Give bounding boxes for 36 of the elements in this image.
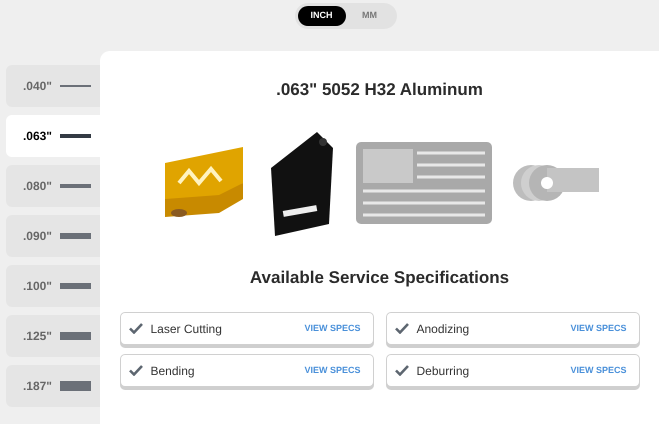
thickness-tab[interactable]: .063"	[6, 115, 100, 157]
view-specs-link[interactable]: VIEW SPECS	[570, 364, 626, 378]
unit-tab[interactable]: INCH	[298, 6, 346, 26]
view-specs-link[interactable]: VIEW SPECS	[570, 322, 626, 336]
unit-tab[interactable]: MM	[346, 6, 394, 26]
service-name: Bending	[150, 362, 196, 380]
thickness-bar-icon	[60, 233, 91, 239]
thickness-bar-icon	[60, 184, 91, 188]
thickness-tab[interactable]: .100"	[6, 265, 100, 307]
thickness-tab[interactable]: .090"	[6, 215, 100, 257]
check-icon	[394, 323, 408, 334]
services-heading: Available Service Specifications	[250, 266, 510, 288]
thickness-bar-icon	[60, 332, 91, 340]
thickness-tab[interactable]: .187"	[6, 365, 100, 407]
thickness-label: .063"	[22, 128, 52, 145]
view-specs-link[interactable]: VIEW SPECS	[304, 322, 360, 336]
service-name: Deburring	[416, 362, 470, 380]
thickness-tab[interactable]: .040"	[6, 65, 100, 107]
thickness-tab[interactable]: .125"	[6, 315, 100, 357]
thickness-label: .040"	[22, 78, 52, 95]
thickness-bar-icon	[60, 282, 91, 290]
thickness-label: .187"	[22, 378, 52, 395]
check-icon	[128, 323, 142, 334]
thickness-label: .100"	[22, 278, 52, 295]
thickness-label: .080"	[22, 178, 52, 195]
thickness-label: .125"	[22, 328, 52, 345]
service-name: Laser Cutting	[150, 320, 223, 338]
thickness-bar-icon	[60, 134, 91, 138]
thickness-bar-icon	[60, 381, 91, 391]
check-icon	[394, 365, 408, 376]
material-title: .063" 5052 H32 Aluminum	[276, 79, 483, 101]
thickness-label: .090"	[22, 228, 52, 245]
view-specs-link[interactable]: VIEW SPECS	[304, 364, 360, 378]
thickness-tab[interactable]: .080"	[6, 165, 100, 207]
service-name: Anodizing	[416, 320, 470, 338]
check-icon	[128, 365, 142, 376]
